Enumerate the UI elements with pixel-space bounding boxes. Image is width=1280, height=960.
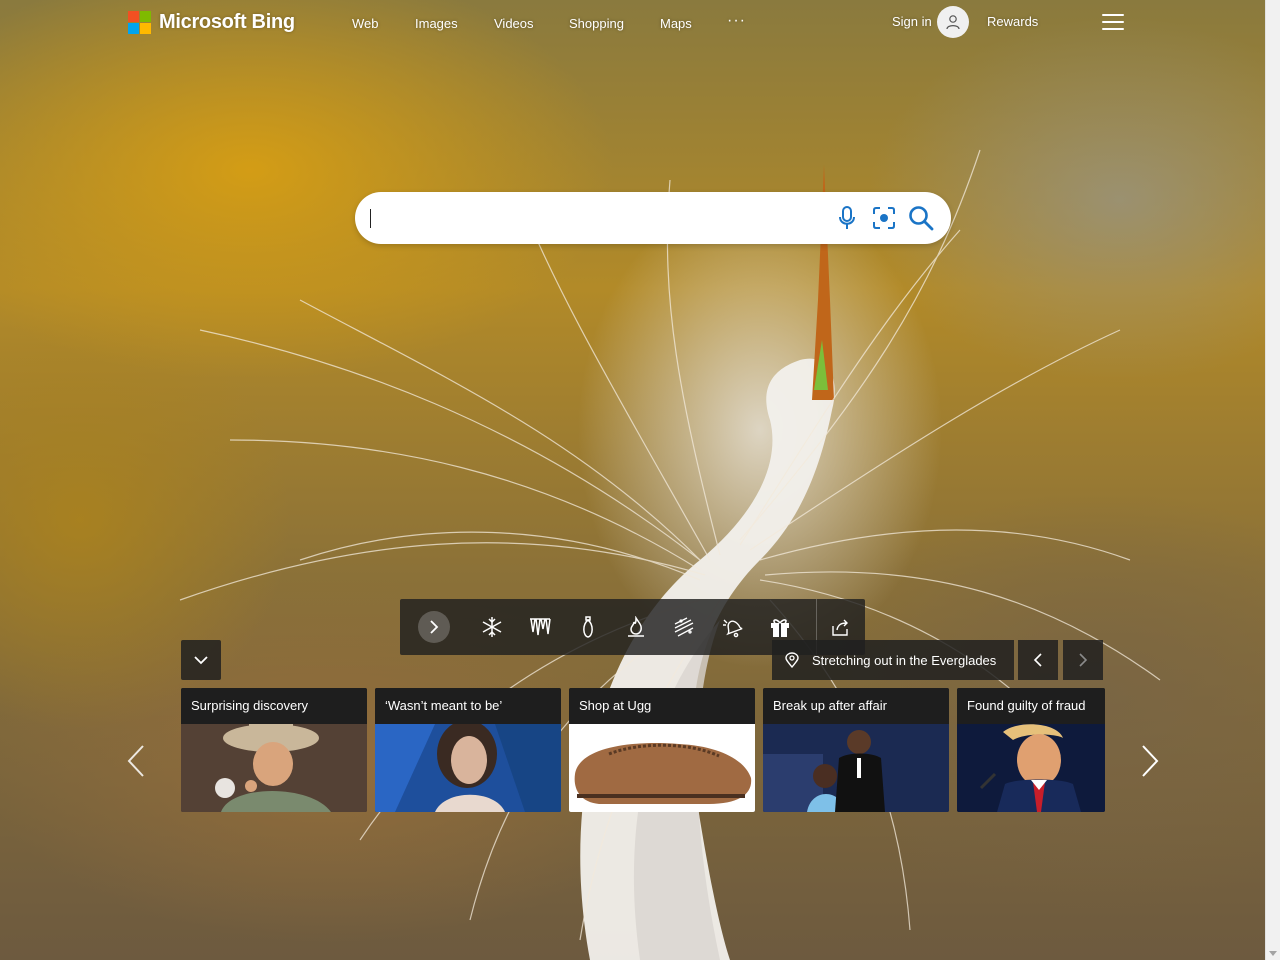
carousel-prev-icon[interactable] — [126, 744, 146, 778]
search-box — [355, 192, 951, 244]
ornament-icon[interactable] — [576, 615, 600, 639]
nav-videos[interactable]: Videos — [494, 16, 534, 31]
top-header: Microsoft Bing Web Images Videos Shoppin… — [0, 0, 1265, 48]
collapse-feed-button[interactable] — [181, 640, 221, 680]
chevron-left-icon — [1033, 653, 1042, 667]
gift-icon[interactable] — [768, 615, 792, 639]
scroll-down-arrow-icon[interactable] — [1269, 951, 1277, 956]
news-card[interactable]: Break up after affair — [763, 688, 949, 812]
nav-shopping[interactable]: Shopping — [569, 16, 624, 31]
news-card-title: Found guilty of fraud — [957, 688, 1105, 724]
logo-text: Microsoft Bing — [159, 11, 295, 33]
carousel-next-icon[interactable] — [1140, 744, 1160, 778]
search-input[interactable] — [369, 202, 809, 234]
next-icon[interactable] — [418, 611, 450, 643]
news-card-title: Shop at Ugg — [569, 688, 755, 724]
visual-search-icon[interactable] — [871, 205, 897, 231]
chevron-down-icon — [194, 656, 208, 665]
nav-images[interactable]: Images — [415, 16, 458, 31]
sign-in-link[interactable]: Sign in — [892, 14, 932, 29]
news-thumbnail — [181, 724, 367, 812]
avatar[interactable] — [937, 6, 969, 38]
previous-image-button[interactable] — [1018, 640, 1058, 680]
snowflake-icon[interactable] — [480, 615, 504, 639]
rewards-link[interactable]: Rewards — [987, 14, 1038, 29]
microsoft-logo-icon — [128, 11, 151, 34]
news-card-title: Surprising discovery — [181, 688, 367, 724]
nav-maps[interactable]: Maps — [660, 16, 692, 31]
image-title-link[interactable]: Stretching out in the Everglades — [772, 640, 1014, 680]
chevron-right-icon — [1079, 653, 1088, 667]
microphone-icon[interactable] — [834, 205, 860, 231]
news-card-title: Break up after affair — [763, 688, 949, 724]
fire-icon[interactable] — [624, 615, 648, 639]
person-icon — [946, 15, 960, 30]
location-pin-icon — [785, 652, 799, 668]
news-thumbnail — [957, 724, 1105, 812]
page-scrollbar[interactable] — [1265, 0, 1280, 960]
news-thumbnail — [569, 724, 755, 812]
news-card[interactable]: Shop at Ugg — [569, 688, 755, 812]
news-thumbnail — [763, 724, 949, 812]
news-thumbnail — [375, 724, 561, 812]
news-card[interactable]: ‘Wasn’t meant to be’ — [375, 688, 561, 812]
next-image-button[interactable] — [1063, 640, 1103, 680]
hamburger-menu-icon[interactable] — [1102, 14, 1124, 31]
background-image — [0, 0, 1265, 960]
news-card-title: ‘Wasn’t meant to be’ — [375, 688, 561, 724]
icicles-icon[interactable] — [528, 615, 552, 639]
news-card[interactable]: Found guilty of fraud — [957, 688, 1105, 812]
search-icon[interactable] — [908, 205, 934, 231]
nav-web[interactable]: Web — [352, 16, 379, 31]
text-caret — [370, 209, 371, 228]
bing-logo[interactable]: Microsoft Bing — [128, 11, 295, 34]
wind-snow-icon[interactable] — [672, 615, 696, 639]
image-title: Stretching out in the Everglades — [812, 652, 997, 668]
news-card[interactable]: Surprising discovery — [181, 688, 367, 812]
share-icon[interactable] — [828, 615, 852, 639]
bell-icon[interactable] — [720, 615, 744, 639]
nav-more[interactable]: ··· — [727, 12, 746, 30]
